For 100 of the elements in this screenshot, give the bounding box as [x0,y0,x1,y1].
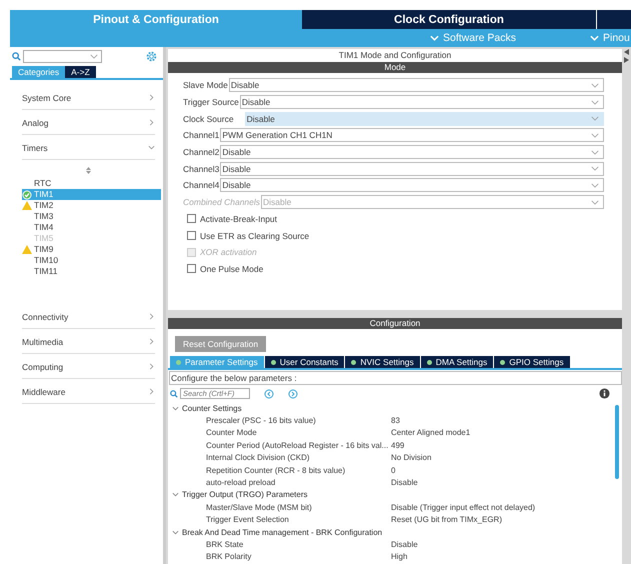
check-circle-icon [22,190,32,200]
dropdown[interactable]: Disable [240,95,604,110]
parameter-value[interactable]: 83 [391,416,400,426]
chevron-down-icon [591,150,599,155]
sort-icon[interactable] [86,167,91,174]
search-icon [12,52,21,61]
category-item[interactable]: System Core [22,86,155,110]
settings-tab[interactable]: GPIO Settings [494,356,571,368]
chevron-down-icon [591,132,599,138]
chevron-down-icon [591,100,599,105]
info-icon[interactable] [599,388,610,399]
search-icon [170,390,178,398]
settings-icon[interactable] [146,51,157,62]
parameter-name: Prescaler (PSC - 16 bits value) [206,416,317,426]
dropdown[interactable]: Disable [220,178,604,192]
parameter-value[interactable]: 0 [391,466,396,475]
peripheral-item[interactable]: TIM11 [22,266,161,277]
dropdown[interactable]: Disable [228,78,604,92]
tree-group[interactable]: Counter Settings [172,402,615,414]
parameter-name: Counter Period (AutoReload Register - 16 bits val... [206,440,388,450]
tree-group[interactable]: Break And Dead Time management - BRK Configuration [172,526,615,538]
parameter-name: Repetition Counter (RCR - 8 bits value) [206,466,346,475]
peripheral-item[interactable]: RTC [22,178,161,189]
parameter-name: auto-reload preload [206,478,276,488]
collapse-icon[interactable] [624,49,629,63]
chevron-down-icon [591,182,599,188]
parameter-name: Trigger Event Selection [206,515,290,524]
checkbox[interactable]: Activate-Break-Input [183,210,604,228]
tree-group[interactable]: Trigger Output (TRGO) Parameters [172,488,615,502]
parameter-value[interactable]: No Division [391,453,432,462]
category-item[interactable]: Computing [22,355,155,379]
category-item[interactable]: Analog [22,111,155,135]
peripheral-item[interactable]: TIM9 [22,244,161,255]
dropdown[interactable]: Disable [220,145,604,160]
settings-tab[interactable]: User Constants [264,356,346,368]
parameter-value[interactable]: Disable (Trigger input effect not delayed) [391,502,536,512]
settings-tab[interactable]: DMA Settings [420,356,494,368]
parameter-name: Internal Clock Division (CKD) [206,453,311,462]
warning-icon [22,245,32,254]
field-label: Channel4 [183,180,220,190]
chevron-right-icon [148,119,155,126]
chevron-down-icon [172,491,179,498]
parameter-value[interactable]: Reset (UG bit from TIMx_EGR) [391,515,502,524]
category-label: Connectivity [22,312,68,322]
search-combo[interactable] [23,50,102,63]
category-item[interactable]: Timers [22,136,155,160]
parameter-value[interactable]: Center Aligned mode1 [391,428,470,438]
parameter-name: Counter Mode [206,428,258,438]
category-label: Multimedia [22,336,64,346]
parameter-name: Master/Slave Mode (MSM bit) [206,502,313,512]
field-label: Channel1 [183,130,220,140]
field-label: Combined Channels [183,197,260,208]
peripheral-item[interactable]: TIM4 [22,222,161,233]
category-label: Middleware [22,386,66,396]
previous-icon[interactable] [264,388,274,398]
parameter-value[interactable]: High [391,552,408,562]
chevron-down-icon [90,54,98,59]
peripheral-item[interactable]: TIM2 [22,200,161,211]
parameter-value[interactable]: Disable [391,540,418,549]
tab-strip [596,10,631,29]
field-label: Channel2 [183,147,220,158]
chevron-down-icon [591,200,599,205]
category-label: Analog [22,118,48,128]
section-header: Mode [168,62,622,73]
category-label: Timers [22,142,48,152]
parameter-name: BRK Polarity [206,552,252,562]
dropdown[interactable]: Disable [244,112,604,126]
dropdown[interactable]: Disable [220,162,604,176]
category-label: System Core [22,92,72,102]
category-item[interactable]: Middleware [22,380,155,404]
settings-tab[interactable]: NVIC Settings [345,356,421,368]
category-item[interactable]: Connectivity [22,305,155,329]
chevron-right-icon [148,338,155,345]
peripheral-item[interactable]: TIM10 [22,255,161,266]
section-header: Configuration [168,318,622,329]
category-label: Computing [22,362,64,372]
category-item[interactable]: Multimedia [22,330,155,354]
chevron-down-icon [430,35,439,41]
chevron-right-icon [148,94,155,101]
chevron-down-icon [591,166,599,172]
chevron-down-icon [591,82,599,88]
checkbox[interactable]: One Pulse Mode [183,260,604,278]
checkbox[interactable]: Use ETR as Clearing Source [183,227,604,244]
chevron-down-icon [591,116,599,122]
field-label: Clock Source [183,114,234,124]
field-label: Trigger Source [183,97,239,108]
chevron-right-icon [148,363,155,370]
chevron-right-icon [148,313,155,320]
peripheral-item[interactable]: TIM3 [22,211,161,222]
next-icon[interactable] [288,388,298,398]
dropdown[interactable]: PWM Generation CH1 CH1N [220,128,604,142]
hint-text: Configure the below parameters : [169,371,622,385]
top-tab[interactable]: Clock Configuration [302,10,596,29]
chevron-down-icon [148,144,155,151]
parameter-value[interactable]: Disable [391,478,418,488]
parameter-value[interactable]: 499 [391,440,404,450]
category-tab[interactable]: A->Z [65,66,96,78]
chevron-right-icon [148,388,155,395]
chevron-down-icon [590,35,599,41]
field-label: Slave Mode [183,80,228,90]
